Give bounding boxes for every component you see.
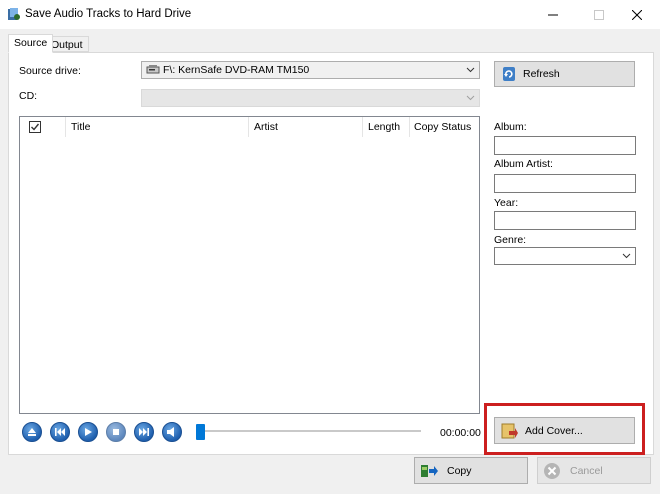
cd-label: CD: (19, 90, 38, 102)
seek-slider-thumb[interactable] (196, 424, 205, 440)
close-button[interactable] (614, 0, 660, 29)
play-button[interactable] (78, 422, 98, 442)
maximize-icon (594, 9, 604, 20)
volume-button[interactable] (162, 422, 182, 442)
previous-track-button[interactable] (50, 422, 70, 442)
skip-back-icon (55, 428, 65, 436)
album-input[interactable] (494, 136, 636, 155)
source-drive-value: F\: KernSafe DVD-RAM TM150 (163, 64, 310, 76)
column-header-artist[interactable]: Artist (249, 117, 363, 137)
eject-button[interactable] (22, 422, 42, 442)
play-icon (85, 428, 92, 436)
highlight-box (484, 403, 645, 455)
year-input[interactable] (494, 211, 636, 230)
seek-slider[interactable] (200, 430, 421, 432)
minimize-button[interactable] (530, 0, 576, 29)
eject-icon (28, 428, 36, 436)
minimize-icon (548, 14, 558, 15)
close-icon (632, 9, 642, 20)
cancel-label: Cancel (570, 464, 603, 477)
refresh-label: Refresh (523, 68, 560, 80)
next-track-button[interactable] (134, 422, 154, 442)
copy-icon (421, 464, 438, 477)
refresh-icon (503, 67, 515, 81)
window-title: Save Audio Tracks to Hard Drive (25, 8, 192, 20)
genre-label: Genre: (494, 234, 527, 246)
copy-label: Copy (447, 464, 472, 477)
cancel-icon (544, 462, 560, 479)
app-icon (8, 8, 20, 20)
tab-source[interactable]: Source (8, 34, 54, 53)
chevron-down-icon (466, 67, 475, 73)
refresh-button[interactable]: Refresh (494, 61, 635, 87)
cd-select[interactable] (141, 89, 480, 107)
skip-forward-icon (139, 428, 149, 436)
album-label: Album: (494, 121, 527, 133)
source-drive-label: Source drive: (19, 65, 81, 77)
chevron-down-icon (466, 95, 475, 101)
track-list[interactable]: Title Artist Length Copy Status (19, 116, 480, 414)
year-label: Year: (494, 197, 519, 209)
speaker-icon (167, 427, 174, 437)
cancel-button: Cancel (537, 457, 651, 484)
chevron-down-icon (622, 253, 631, 259)
stop-icon (113, 429, 119, 435)
column-header-copy-status[interactable]: Copy Status (410, 117, 479, 137)
drive-icon (146, 65, 160, 74)
copy-button[interactable]: Copy (414, 457, 528, 484)
album-artist-label: Album Artist: (494, 158, 553, 170)
select-all-column (20, 117, 66, 137)
select-all-checkbox[interactable] (28, 121, 41, 133)
column-header-length[interactable]: Length (363, 117, 410, 137)
stop-button[interactable] (106, 422, 126, 442)
album-artist-input[interactable] (494, 174, 636, 193)
column-header-title[interactable]: Title (66, 117, 249, 137)
source-drive-select[interactable]: F\: KernSafe DVD-RAM TM150 (141, 61, 480, 79)
genre-select[interactable] (494, 247, 636, 265)
playback-time: 00:00:00 (440, 427, 481, 439)
